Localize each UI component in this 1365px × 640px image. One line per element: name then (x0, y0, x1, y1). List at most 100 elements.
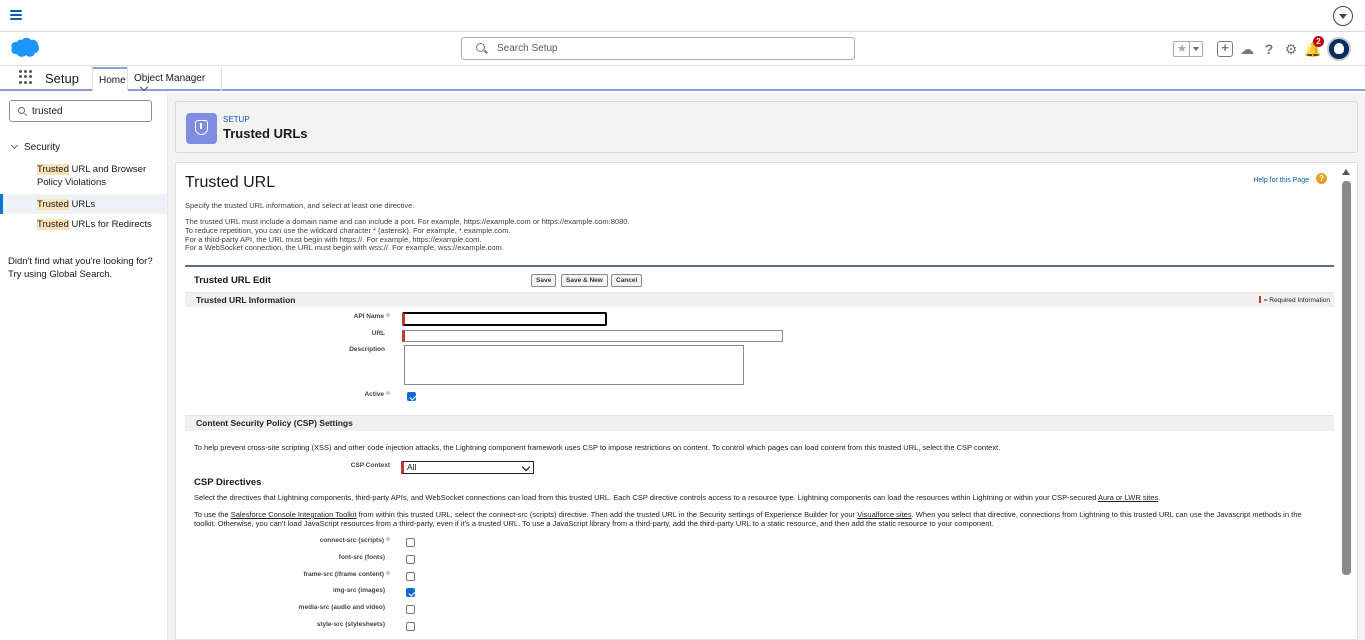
scroll-thumb[interactable] (1342, 181, 1351, 575)
section-trusted-url-information: Trusted URL Information = Required Infor… (185, 292, 1334, 307)
help-icon[interactable]: ? (1316, 173, 1327, 184)
notifications-bell-icon[interactable]: 🔔 2 (1304, 36, 1324, 57)
active-checkbox[interactable] (407, 392, 416, 401)
gear-icon[interactable]: ⚙ (1283, 41, 1299, 57)
main-area: SETUP Trusted URLs Trusted URL Help for … (168, 93, 1365, 640)
content-title: Trusted URL (185, 174, 276, 191)
search-icon (18, 107, 25, 114)
chevron-down-icon (521, 462, 531, 472)
aura-lwr-sites-link[interactable]: Aura or LWR sites (1098, 493, 1158, 502)
console-integration-toolkit-link[interactable]: Salesforce Console Integration Toolkit (231, 510, 357, 519)
search-setup-input[interactable]: Search Setup (461, 37, 855, 60)
match-highlight: Trusted (37, 164, 69, 175)
tab-home-label: Home (99, 75, 126, 86)
scrollbar[interactable] (1342, 167, 1351, 639)
active-label: Active (190, 391, 390, 398)
chevron-down-icon[interactable] (1333, 6, 1353, 26)
tab-home[interactable]: Home (92, 67, 128, 91)
csp-context-value: All (407, 462, 417, 472)
content-frame: Trusted URL Help for this Page ? Specify… (175, 162, 1358, 640)
directive-label: media-src (audio and video) (298, 604, 385, 612)
tree-section-label: Security (24, 142, 61, 153)
app-launcher-icon[interactable] (19, 70, 33, 84)
csp-intro-text: To help prevent cross-site scripting (XS… (194, 443, 1001, 452)
csp-directives-heading: CSP Directives (194, 477, 262, 488)
quick-find-input[interactable] (32, 104, 142, 118)
quick-find[interactable] (9, 100, 152, 122)
match-highlight: Trusted (37, 219, 69, 230)
sidebar-item-trusted-urls-redirects[interactable]: Trusted URLs for Redirects (0, 218, 167, 231)
directive-checkbox[interactable] (406, 588, 415, 598)
info-icon[interactable] (386, 537, 390, 541)
url-field[interactable] (402, 330, 783, 342)
sidebar-item-label: URLs for Redirects (68, 219, 152, 230)
notification-badge: 2 (1313, 36, 1324, 47)
directive-label: frame-src (iframe content) (190, 570, 390, 578)
match-highlight: Trusted (37, 199, 69, 210)
url-label: URL (371, 330, 385, 337)
directive-label: style-src (stylesheets) (316, 621, 385, 628)
setup-sidebar: Security Trusted URL and Browser Policy … (0, 93, 168, 640)
csp-context-label: CSP Context (350, 462, 390, 469)
directive-label: connect-src (scripts) (190, 537, 390, 544)
add-icon[interactable]: + (1217, 41, 1233, 57)
search-icon (476, 43, 485, 52)
directive-checkbox[interactable] (406, 605, 415, 615)
info-icon[interactable] (386, 313, 390, 317)
trailhead-icon[interactable]: ☁ (1239, 41, 1255, 57)
edit-title: Trusted URL Edit (194, 275, 271, 286)
help-icon[interactable]: ? (1261, 41, 1277, 57)
shield-icon (186, 113, 217, 144)
directive-checkbox[interactable] (406, 622, 415, 631)
scroll-up-icon[interactable] (1342, 169, 1350, 175)
intro-text: Specify the trusted URL information, and… (185, 201, 415, 210)
chevron-down-icon (139, 82, 149, 92)
tab-object-manager-label: Object Manager (134, 73, 206, 84)
salesforce-logo-icon[interactable] (10, 37, 40, 59)
url-notes: The trusted URL must include a domain na… (185, 217, 630, 253)
sidebar-item-label: URLs (68, 199, 96, 210)
directive-checkbox[interactable] (406, 538, 415, 547)
info-icon[interactable] (386, 570, 390, 575)
visualforce-sites-link[interactable]: Visualforce sites (857, 510, 911, 519)
tree-section-security[interactable]: Security (10, 141, 61, 153)
page-kicker: SETUP (223, 115, 250, 124)
api-name-field[interactable] (402, 312, 607, 326)
console-toolkit-note: To use the Salesforce Console Integratio… (194, 510, 1302, 528)
description-label: Description (349, 346, 385, 353)
avatar[interactable] (1327, 37, 1351, 61)
directive-label: font-src (fonts) (338, 553, 385, 561)
cancel-button[interactable]: Cancel (611, 274, 643, 287)
note-line: For a WebSocket connection, the URL must… (185, 243, 504, 253)
directive-checkbox[interactable] (406, 554, 415, 564)
tab-object-manager[interactable]: Object Manager (127, 67, 222, 92)
save-button[interactable]: Save (531, 274, 557, 287)
description-textarea[interactable] (404, 345, 744, 385)
app-navbar: Setup Home Object Manager (0, 66, 1365, 92)
directive-checkbox[interactable] (406, 571, 415, 581)
save-new-button[interactable]: Save & New (561, 274, 608, 287)
global-header: Search Setup ★ + ☁ ? ⚙ 🔔 2 (0, 32, 1365, 66)
section-title: Content Security Policy (CSP) Settings (196, 418, 353, 428)
app-name: Setup (45, 71, 79, 86)
chevron-down-icon (1193, 47, 1199, 51)
section-title: Trusted URL Information (196, 295, 296, 305)
sidebar-item-trusted-url-policy-violations[interactable]: Trusted URL and Browser Policy Violation… (0, 163, 167, 189)
info-icon[interactable] (386, 391, 390, 395)
csp-context-select[interactable]: All (401, 461, 534, 474)
trusted-url-edit-block: Trusted URL Edit Save Save & New Cancel … (185, 265, 1334, 639)
section-csp-settings: Content Security Policy (CSP) Settings (185, 415, 1334, 431)
sidebar-item-trusted-urls[interactable]: Trusted URLs (0, 194, 167, 214)
api-name-label: API Name (190, 313, 390, 320)
search-placeholder: Search Setup (497, 43, 558, 54)
page-header: SETUP Trusted URLs (175, 101, 1358, 153)
menu-icon[interactable] (10, 10, 22, 20)
required-info-legend: = Required Information (1258, 296, 1330, 304)
directives-description: Select the directives that Lightning com… (194, 493, 1161, 502)
page-title: Trusted URLs (223, 126, 308, 141)
favorites-button[interactable]: ★ (1173, 41, 1203, 57)
help-for-page-link[interactable]: Help for this Page (1253, 177, 1309, 184)
top-strip (0, 0, 1365, 32)
global-search-note: Didn't find what you're looking for? Try… (8, 256, 153, 280)
directive-label: img-src (images) (332, 587, 385, 595)
